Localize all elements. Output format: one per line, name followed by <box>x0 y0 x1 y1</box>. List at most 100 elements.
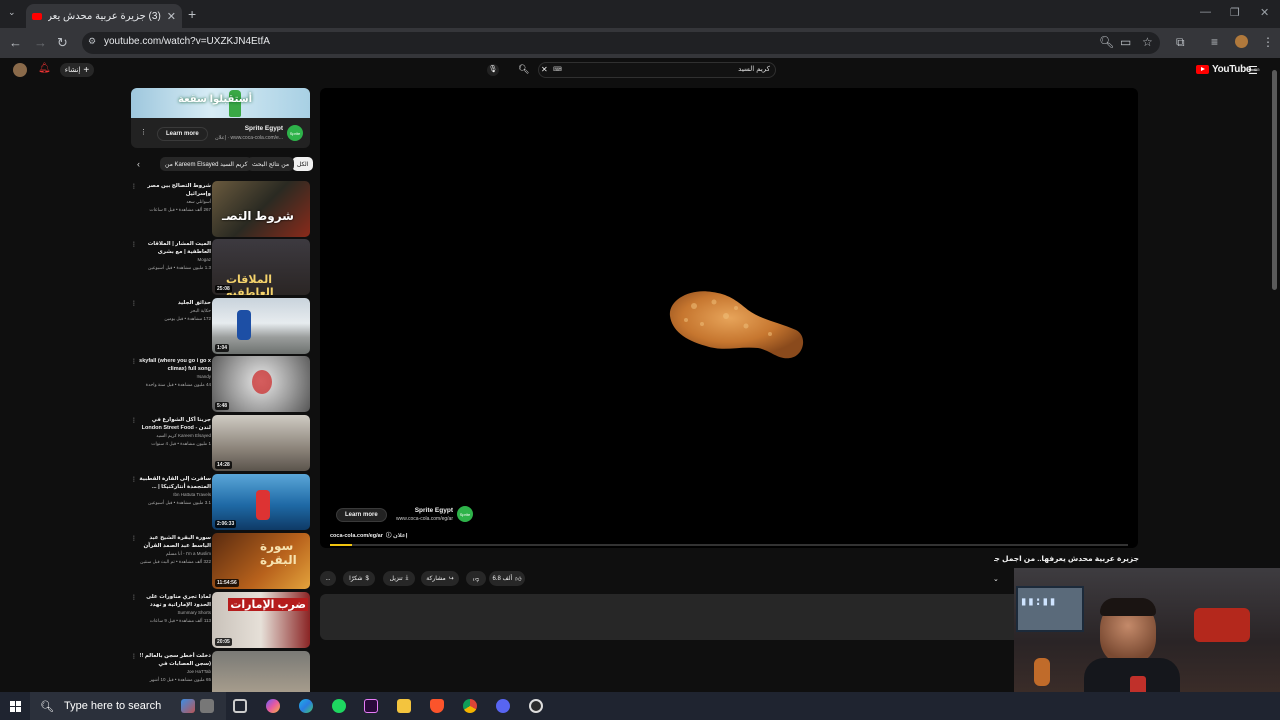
chrome-menu-icon[interactable]: ⋮ <box>1262 35 1274 49</box>
item-title: الميت المشار | الملاقات العاطفية | مع بش… <box>147 241 211 255</box>
voice-search-icon[interactable]: 🎙︎ <box>487 64 499 76</box>
file-explorer-icon[interactable] <box>397 699 411 713</box>
share-button[interactable]: مشاركة ↪ <box>421 571 459 586</box>
item-menu-icon[interactable]: ⋮ <box>131 417 137 424</box>
chrome-icon[interactable] <box>463 699 477 713</box>
thumbnail-text: الملاقات العاطفية <box>226 274 274 295</box>
browser-tab[interactable]: (3) جزيرة عربية محدش يعرفها.. من ✕ <box>26 4 182 28</box>
video-thumbnail[interactable]: 1:04 <box>212 298 310 354</box>
scrollbar-thumb[interactable] <box>1272 70 1277 290</box>
zoom-icon[interactable]: 🔍︎ <box>1099 35 1114 49</box>
bookmark-star-icon[interactable]: ☆ <box>1142 35 1153 49</box>
description-box[interactable] <box>320 594 1020 640</box>
notifications-icon[interactable]: 🔔︎ <box>38 63 51 74</box>
close-tab-icon[interactable]: ✕ <box>167 10 176 23</box>
list-item[interactable]: ⋮ دخلت أخطر سجن بالعالم !! (سجن العصابات… <box>131 651 310 692</box>
reload-icon[interactable]: ↻ <box>57 35 68 51</box>
more-actions-button[interactable]: ... <box>320 571 336 586</box>
player-learn-more-button[interactable]: Learn more <box>336 508 387 522</box>
sidebar-ad-card[interactable]: أستقبلوا سقعة Sprite Sprite Egypt إعلان … <box>131 88 310 148</box>
item-menu-icon[interactable]: ⋮ <box>131 594 137 601</box>
video-thumbnail[interactable]: 5:48 <box>212 356 310 412</box>
thumbs-up-icon: 👍︎ <box>515 576 522 583</box>
chip-all[interactable]: الكل <box>292 157 314 171</box>
taskbar-search-icon: 🔍︎ <box>40 700 54 713</box>
search-highlight-icon[interactable] <box>181 699 195 713</box>
list-item[interactable]: الملاقات العاطفية 25:08 ⋮ الميت المشار |… <box>131 239 310 295</box>
dislike-button[interactable]: 👎︎ <box>466 571 486 586</box>
cast-icon[interactable]: ▭ <box>1120 35 1131 49</box>
back-icon[interactable]: ← <box>9 35 22 50</box>
reading-list-icon[interactable]: ≡ <box>1211 35 1218 49</box>
premiere-pro-icon[interactable] <box>364 699 378 713</box>
list-item[interactable]: ضرب الإمارات 20:05 ⋮ لماذا تجري مناورات … <box>131 592 310 648</box>
learn-more-button[interactable]: Learn more <box>157 127 208 141</box>
profile-avatar[interactable] <box>1235 35 1248 48</box>
video-thumbnail[interactable]: سورة البقرة 11:54:56 <box>212 533 310 589</box>
video-thumbnail[interactable]: شروط التصـ <box>212 181 310 237</box>
obs-icon[interactable] <box>529 699 543 713</box>
create-button[interactable]: إنشاء + <box>60 63 94 77</box>
item-menu-icon[interactable]: ⋮ <box>131 653 137 660</box>
list-item[interactable]: سورة البقرة 11:54:56 ⋮ سورة البقرة الشيخ… <box>131 533 310 589</box>
edge-icon[interactable] <box>299 699 313 713</box>
windows-start-icon[interactable] <box>10 701 21 712</box>
item-meta: 3.1 مليون مشاهدة • قبل أسبوعين <box>148 500 211 505</box>
guide-menu-icon[interactable]: ☰ <box>1248 64 1258 77</box>
taskbar-search-box[interactable]: 🔍︎ Type here to search <box>30 692 226 720</box>
like-count: 6.8 ألف <box>492 576 513 582</box>
ad-menu-icon[interactable]: ⋮ <box>140 128 147 136</box>
item-channel: sandy!! <box>196 374 211 379</box>
list-item[interactable]: 14:28 ⋮ جربنا أكل الشوارع في لندن - Lond… <box>131 415 310 471</box>
thumbnail-text: سورة البقرة <box>260 539 297 567</box>
player-ad-info[interactable]: coca-cola.com/eg/ar ⓘ إعلان <box>330 531 408 539</box>
video-thumbnail[interactable]: الملاقات العاطفية 25:08 <box>212 239 310 295</box>
task-view-icon[interactable] <box>233 699 247 713</box>
maximize-window-icon[interactable]: ❐ <box>1230 6 1240 19</box>
ad-progress-bar[interactable] <box>330 544 1128 546</box>
keyboard-icon[interactable]: ⌨ <box>553 66 562 73</box>
close-window-icon[interactable]: ✕ <box>1260 6 1269 19</box>
clear-search-icon[interactable]: ✕ <box>541 65 548 74</box>
video-player[interactable]: Sprite Sprite Egypt www.coca-cola.com/eg… <box>320 88 1138 548</box>
chip-search-results[interactable]: من نتائج البحث <box>247 157 295 171</box>
search-button-icon[interactable]: 🔍︎ <box>518 64 529 75</box>
item-menu-icon[interactable]: ⋮ <box>131 300 137 307</box>
video-thumbnail[interactable]: 2:06:33 <box>212 474 310 530</box>
subscribe-chevron-icon[interactable]: ⌄ <box>993 575 999 583</box>
account-avatar[interactable] <box>13 63 27 77</box>
ad-info-icon[interactable]: ⓘ <box>386 533 392 539</box>
copilot-icon[interactable] <box>266 699 280 713</box>
video-title: جزيرة عربية محدش يعرفها.. من اجمل جزر ال… <box>994 554 1139 563</box>
ad-banner-image[interactable]: أستقبلوا سقعة <box>131 88 310 118</box>
brave-icon[interactable] <box>430 699 444 713</box>
item-menu-icon[interactable]: ⋮ <box>131 476 137 483</box>
minimize-window-icon[interactable]: — <box>1200 6 1211 18</box>
chips-prev-icon[interactable]: ‹ <box>137 159 140 169</box>
list-item[interactable]: 1:04 ⋮ حدائق الجليد حكاية البحر 172 مشاهدة… <box>131 298 310 354</box>
list-item[interactable]: شروط التصـ ⋮ شروط التصالح بين مصر وإسرائ… <box>131 181 310 237</box>
video-thumbnail[interactable]: ضرب الإمارات 20:05 <box>212 592 310 648</box>
tab-search-icon[interactable]: ⌄ <box>8 7 16 18</box>
forward-icon[interactable]: → <box>34 35 47 50</box>
extensions-icon[interactable]: ⧉ <box>1176 35 1185 50</box>
item-menu-icon[interactable]: ⋮ <box>131 535 137 542</box>
item-menu-icon[interactable]: ⋮ <box>131 183 137 190</box>
video-thumbnail[interactable]: 14:28 <box>212 415 310 471</box>
like-button[interactable]: 6.8 ألف 👍︎ <box>489 571 525 586</box>
item-channel: Mogaz <box>197 257 211 262</box>
widget-icon[interactable] <box>200 699 214 713</box>
new-tab-button[interactable]: + <box>188 6 196 22</box>
list-item[interactable]: 2:06:33 ⋮ سافرت إلى القارة القطبية المتج… <box>131 474 310 530</box>
list-item[interactable]: 5:48 ⋮ skyfall (where you go i go x clim… <box>131 356 310 412</box>
site-info-icon[interactable]: ⚙ <box>88 36 96 47</box>
chip-channel[interactable]: من Kareem Elsayed كريم السيد <box>160 157 253 171</box>
thanks-button[interactable]: شكرًا $ <box>343 571 375 586</box>
discord-icon[interactable] <box>496 699 510 713</box>
item-menu-icon[interactable]: ⋮ <box>131 241 137 248</box>
download-button[interactable]: تنزيل ⤓ <box>383 571 415 586</box>
item-menu-icon[interactable]: ⋮ <box>131 358 137 365</box>
spotify-icon[interactable] <box>332 699 346 713</box>
video-thumbnail[interactable] <box>212 651 310 692</box>
player-ad-display-url[interactable]: coca-cola.com/eg/ar <box>330 533 383 539</box>
